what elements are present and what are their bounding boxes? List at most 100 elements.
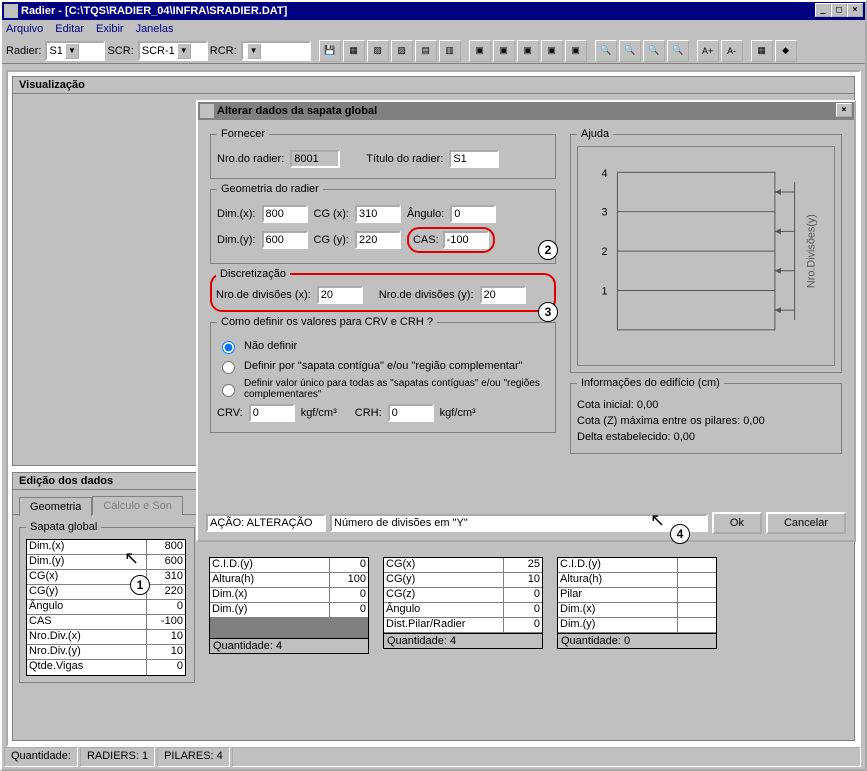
status-qtd: Quantidade: xyxy=(4,747,78,767)
table-col3[interactable]: CG(x)25 CG(y)10 CG(z)0 Ângulo0 Dist.Pila… xyxy=(383,557,543,649)
rcr-tool-icon[interactable]: ▣ xyxy=(541,40,563,62)
cas-input[interactable]: -100 xyxy=(443,231,489,249)
titulo-radier-input[interactable]: S1 xyxy=(449,150,499,168)
callout-2: 2 xyxy=(538,240,558,260)
menu-editar[interactable]: Editar xyxy=(55,23,84,35)
status-empty xyxy=(232,747,861,767)
cursor-icon: ↖ xyxy=(124,548,139,569)
nro-radier-input: 8001 xyxy=(290,150,340,168)
ndivy-input[interactable]: 20 xyxy=(480,286,526,304)
crh-unit: kgf/cm³ xyxy=(440,407,476,419)
opt-sapata-contigua[interactable] xyxy=(222,361,235,374)
tool-icon[interactable]: ▥ xyxy=(439,40,461,62)
ok-button[interactable]: Ok xyxy=(712,512,762,534)
tool-icon[interactable]: ▧ xyxy=(367,40,389,62)
close-button[interactable]: × xyxy=(847,3,863,17)
cgx-label: CG (x): xyxy=(314,208,349,220)
toolbar: Radier: S1▼ SCR: SCR-1▼ RCR: ▼ 💾 ▦ ▧ ▨ ▤… xyxy=(2,38,865,64)
opt-nao-definir[interactable] xyxy=(222,341,235,354)
callout-3: 3 xyxy=(538,302,558,322)
dialog-icon xyxy=(200,104,214,118)
dropdown-icon[interactable]: ▼ xyxy=(177,43,191,59)
dropdown-icon[interactable]: ▼ xyxy=(65,43,79,59)
menu-janelas[interactable]: Janelas xyxy=(136,23,174,35)
tab-geometria[interactable]: Geometria xyxy=(19,497,92,516)
tool-icon[interactable]: ▦ xyxy=(751,40,773,62)
title-path: [C:\TQS\RADIER_04\INFRA\SRADIER.DAT] xyxy=(65,5,287,17)
dimy-input[interactable]: 600 xyxy=(262,231,308,249)
rcr-label: RCR: xyxy=(210,45,237,57)
titulo-radier-label: Título do radier: xyxy=(366,153,443,165)
tool-icon[interactable]: ▣ xyxy=(565,40,587,62)
scr-combo[interactable]: SCR-1▼ xyxy=(138,41,208,61)
table-col2[interactable]: C.I.D.(y)0 Altura(h)100 Dim.(x)0 Dim.(y)… xyxy=(209,557,369,654)
zoom-fit-icon[interactable]: 🔍 xyxy=(667,40,689,62)
discretizacao-fieldset: Discretização Nro.de divisões (x): 20 Nr… xyxy=(210,268,556,312)
svg-text:2: 2 xyxy=(602,246,608,258)
app-icon xyxy=(4,4,18,18)
ndivx-label: Nro.de divisões (x): xyxy=(216,289,311,301)
crh-input[interactable]: 0 xyxy=(388,404,434,422)
dialog-alterar-dados: Alterar dados da sapata global × Fornece… xyxy=(196,100,856,542)
dialog-body: Fornecer Nro.do radier: 8001 Título do r… xyxy=(198,120,854,540)
viz-title: Visualização xyxy=(13,77,854,94)
main-titlebar: Radier - [C:\TQS\RADIER_04\INFRA\SRADIER… xyxy=(2,2,865,20)
tool-icon[interactable]: ◆ xyxy=(775,40,797,62)
ajuda-diagram: 4 3 2 1 Nro.Divisões(y) xyxy=(577,146,835,366)
dimx-input[interactable]: 800 xyxy=(262,205,308,223)
scr-label: SCR: xyxy=(107,45,133,57)
cgy-input[interactable]: 220 xyxy=(355,231,401,249)
zoom-in-icon[interactable]: 🔍 xyxy=(619,40,641,62)
rcr-combo[interactable]: ▼ xyxy=(241,41,311,61)
col3-footer: Quantidade: 4 xyxy=(384,633,542,648)
svg-text:4: 4 xyxy=(602,168,608,180)
dialog-close-button[interactable]: × xyxy=(836,103,852,117)
cgx-input[interactable]: 310 xyxy=(355,205,401,223)
cas-label: CAS: xyxy=(413,234,439,246)
zoom-icon[interactable]: 🔍 xyxy=(595,40,617,62)
radier-combo[interactable]: S1▼ xyxy=(45,41,105,61)
dialog-title: Alterar dados da sapata global xyxy=(217,105,377,117)
tool-icon[interactable]: ▦ xyxy=(343,40,365,62)
cota-inicial: Cota inicial: 0,00 xyxy=(577,399,835,411)
save-icon[interactable]: 💾 xyxy=(319,40,341,62)
dimy-label: Dim.(y): xyxy=(217,234,256,246)
tool-icon[interactable]: ▤ xyxy=(415,40,437,62)
zoom-out-icon[interactable]: 🔍 xyxy=(643,40,665,62)
menu-exibir[interactable]: Exibir xyxy=(96,23,124,35)
maximize-button[interactable]: □ xyxy=(831,3,847,17)
cancel-button[interactable]: Cancelar xyxy=(766,512,846,534)
geometria-legend: Geometria do radier xyxy=(217,183,323,195)
scr-tool-icon[interactable]: ▣ xyxy=(493,40,515,62)
radier-label: Radier: xyxy=(6,45,41,57)
font-icon[interactable]: A- xyxy=(721,40,743,62)
menu-arquivo[interactable]: Arquivo xyxy=(6,23,43,35)
dialog-titlebar: Alterar dados da sapata global × xyxy=(198,102,854,120)
dropdown-icon[interactable]: ▼ xyxy=(247,43,261,59)
crh-label: CRH: xyxy=(355,407,382,419)
font-icon[interactable]: A+ xyxy=(697,40,719,62)
table-col4[interactable]: C.I.D.(y) Altura(h) Pilar Dim.(x) Dim.(y… xyxy=(557,557,717,649)
col4-footer: Quantidade: 0 xyxy=(558,633,716,648)
scr-tool-icon[interactable]: ▣ xyxy=(469,40,491,62)
opt3-label: Definir valor único para todas as "sapat… xyxy=(244,378,549,400)
tool-icon[interactable]: ▨ xyxy=(391,40,413,62)
opt-valor-unico[interactable] xyxy=(222,384,235,397)
ndivx-input[interactable]: 20 xyxy=(317,286,363,304)
dimx-label: Dim.(x): xyxy=(217,208,256,220)
sapata-legend: Sapata global xyxy=(26,521,101,533)
rcr-tool-icon[interactable]: ▣ xyxy=(517,40,539,62)
status-pilares: PILARES: 4 xyxy=(157,747,230,767)
tab-calculo[interactable]: Cálculo e Son xyxy=(92,496,183,515)
ndivy-label: Nro.de divisões (y): xyxy=(379,289,474,301)
angulo-input[interactable]: 0 xyxy=(450,205,496,223)
svg-text:1: 1 xyxy=(602,285,608,297)
sapata-table[interactable]: Dim.(x)800 Dim.(y)600 CG(x)310 CG(y)220 … xyxy=(26,539,186,676)
opt2-label: Definir por "sapata contígua" e/ou "regi… xyxy=(244,360,523,372)
delta: Delta estabelecido: 0,00 xyxy=(577,431,835,443)
crv-input[interactable]: 0 xyxy=(249,404,295,422)
minimize-button[interactable]: _ xyxy=(815,3,831,17)
crv-unit: kgf/cm³ xyxy=(301,407,337,419)
action-label: AÇÃO: ALTERAÇÃO xyxy=(206,514,326,532)
callout-1: 1 xyxy=(130,575,150,595)
